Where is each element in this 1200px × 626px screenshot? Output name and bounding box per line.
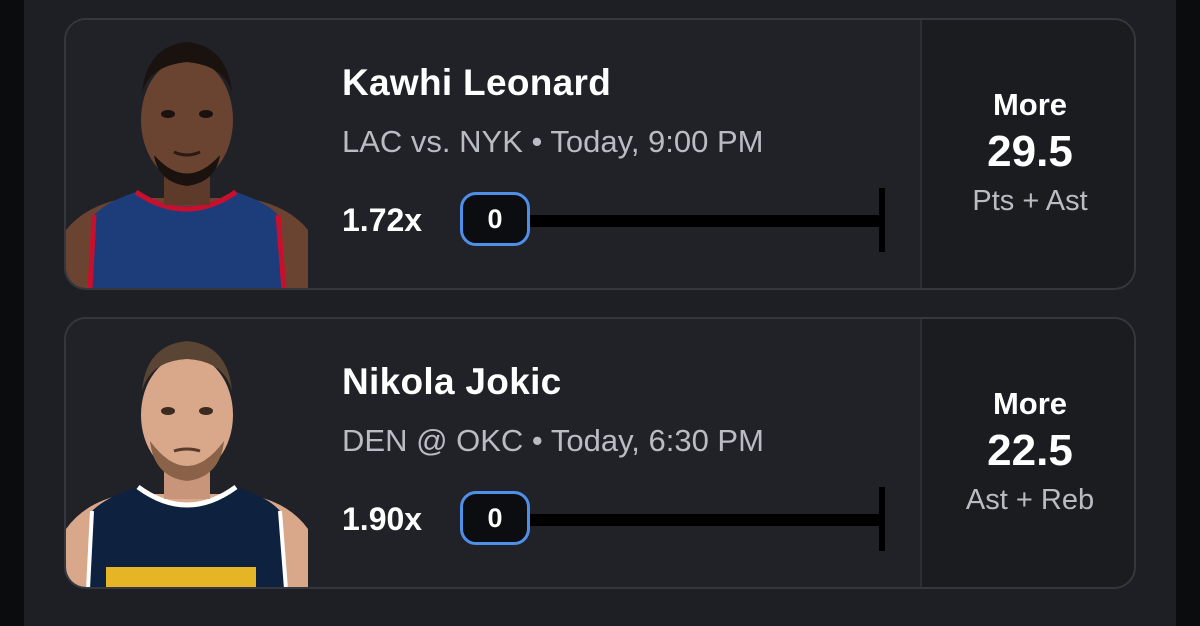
- pick-direction: More: [992, 385, 1068, 421]
- current-stat-pill: 0: [460, 192, 530, 246]
- pick-card[interactable]: Nikola Jokic DEN @ OKC • Today, 6:30 PM …: [64, 317, 1136, 589]
- pick-line-value: 22.5: [987, 425, 1073, 475]
- player-name: Nikola Jokic: [342, 361, 562, 402]
- progress-track: [526, 215, 882, 227]
- payout-multiplier: 1.90x: [342, 501, 423, 537]
- pick-line-panel[interactable]: More 22.5 Ast + Reb: [920, 319, 1134, 587]
- pick-stat-type: Ast + Reb: [965, 483, 1095, 516]
- pick-line-value: 29.5: [987, 126, 1073, 176]
- current-stat-pill: 0: [460, 491, 530, 545]
- pick-stat-type: Pts + Ast: [972, 184, 1088, 217]
- game-info: LAC vs. NYK • Today, 9:00 PM: [342, 124, 764, 159]
- pick-line-panel[interactable]: More 29.5 Pts + Ast: [920, 20, 1134, 288]
- progress-target-marker: [879, 487, 885, 551]
- progress-target-marker: [879, 188, 885, 252]
- game-info: DEN @ OKC • Today, 6:30 PM: [342, 423, 764, 458]
- player-name: Kawhi Leonard: [342, 62, 612, 103]
- progress-track: [526, 514, 882, 526]
- payout-multiplier: 1.72x: [342, 202, 423, 238]
- pick-direction: More: [992, 86, 1068, 122]
- player-photo: [66, 20, 308, 288]
- pick-card[interactable]: Kawhi Leonard LAC vs. NYK • Today, 9:00 …: [64, 18, 1136, 290]
- player-photo: [66, 319, 308, 587]
